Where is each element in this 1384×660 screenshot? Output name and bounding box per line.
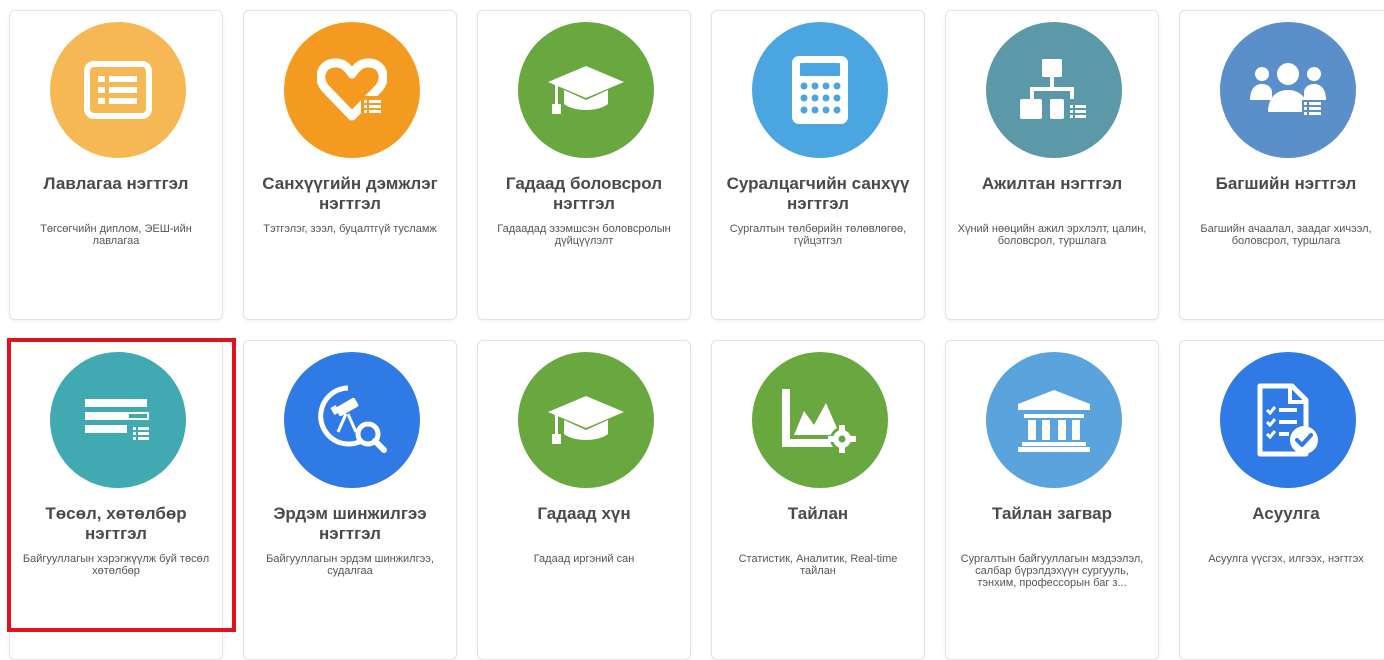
module-card-tailan[interactable]: Тайлан Статистик, Аналитик, Real-time та… — [711, 340, 925, 660]
institution-icon — [986, 352, 1122, 488]
module-title: Гадаад боловсрол нэгтгэл — [505, 174, 663, 213]
module-description: Сургалтын төлбөрийн төлөвлөгөө, гүйцэтгэ… — [729, 223, 907, 247]
module-grid: Лавлагаа нэгтгэл Төгсөгчийн диплом, ЭЕШ-… — [0, 0, 1384, 660]
users-icon — [1220, 22, 1356, 158]
module-description: Байгууллагын хэрэгжүүлж буй төсөл хөтөлб… — [22, 553, 210, 577]
module-title: Тайлан загвар — [992, 504, 1112, 523]
module-card-sankhuu[interactable]: Санхүүгийн дэмжлэг нэгтгэл Тэтгэлэг, зээ… — [243, 10, 457, 320]
module-description: Гадаадад эзэмшсэн боловсролын дүйцүүлэлт — [497, 223, 671, 247]
module-card-tailan-zagvar[interactable]: Тайлан загвар Сургалтын байгууллагын мэд… — [945, 340, 1159, 660]
module-description: Хүний нөөцийн ажил эрхлэлт, цалин, болов… — [957, 223, 1147, 247]
module-description: Төгсөгчийн диплом, ЭЕШ-ийн лавлагаа — [40, 223, 192, 247]
heart-icon — [284, 22, 420, 158]
graduation-cap-icon — [518, 352, 654, 488]
checklist-icon — [1220, 352, 1356, 488]
module-description: Багшийн ачаалал, заадаг хичээл, боловсро… — [1200, 223, 1372, 247]
calculator-icon — [752, 22, 888, 158]
module-title: Ажилтан нэгтгэл — [981, 174, 1123, 193]
module-title: Санхүүгийн дэмжлэг нэгтгэл — [262, 174, 438, 213]
module-title: Эрдэм шинжилгээ нэгтгэл — [273, 504, 427, 543]
module-description: Гадаад иргэний сан — [533, 553, 635, 565]
telescope-search-icon — [284, 352, 420, 488]
module-title: Лавлагаа нэгтгэл — [43, 174, 189, 193]
module-card-tusul[interactable]: Төсөл, хөтөлбөр нэгтгэл Байгууллагын хэр… — [9, 340, 223, 660]
module-card-gadaad-khun[interactable]: Гадаад хүн Гадаад иргэний сан — [477, 340, 691, 660]
chart-gear-icon — [752, 352, 888, 488]
module-title: Асуулга — [1252, 504, 1320, 523]
module-description: Асуулга үүсгэх, илгээх, нэгтгэх — [1208, 553, 1364, 565]
module-card-lavlagaa[interactable]: Лавлагаа нэгтгэл Төгсөгчийн диплом, ЭЕШ-… — [9, 10, 223, 320]
module-description: Сургалтын байгууллагын мэдээлэл, салбар … — [960, 553, 1144, 589]
module-card-gadaad-bolovsrol[interactable]: Гадаад боловсрол нэгтгэл Гадаадад эзэмшс… — [477, 10, 691, 320]
project-bars-icon — [50, 352, 186, 488]
graduation-cap-icon — [518, 22, 654, 158]
module-description: Статистик, Аналитик, Real-time тайлан — [738, 553, 898, 577]
module-card-erdem-shinjilgee[interactable]: Эрдэм шинжилгээ нэгтгэл Байгууллагын эрд… — [243, 340, 457, 660]
module-title: Суралцагчийн санхүү нэгтгэл — [726, 174, 910, 213]
module-description: Байгууллагын эрдэм шинжилгээ, судалгаа — [266, 553, 434, 577]
module-card-bagsh[interactable]: Багшийн нэгтгэл Багшийн ачаалал, заадаг … — [1179, 10, 1384, 320]
module-card-ajiltan[interactable]: Ажилтан нэгтгэл Хүний нөөцийн ажил эрхлэ… — [945, 10, 1159, 320]
module-card-suraltsagch-sankhuu[interactable]: Суралцагчийн санхүү нэгтгэл Сургалтын тө… — [711, 10, 925, 320]
module-title: Гадаад хүн — [537, 504, 631, 523]
module-title: Багшийн нэгтгэл — [1215, 174, 1357, 193]
list-icon — [50, 22, 186, 158]
module-description: Тэтгэлэг, зээл, буцалтгүй тусламж — [263, 223, 437, 235]
org-chart-icon — [986, 22, 1122, 158]
module-title: Тайлан — [787, 504, 849, 523]
module-title: Төсөл, хөтөлбөр нэгтгэл — [45, 504, 187, 543]
module-card-asuulga[interactable]: Асуулга Асуулга үүсгэх, илгээх, нэгтгэх — [1179, 340, 1384, 660]
